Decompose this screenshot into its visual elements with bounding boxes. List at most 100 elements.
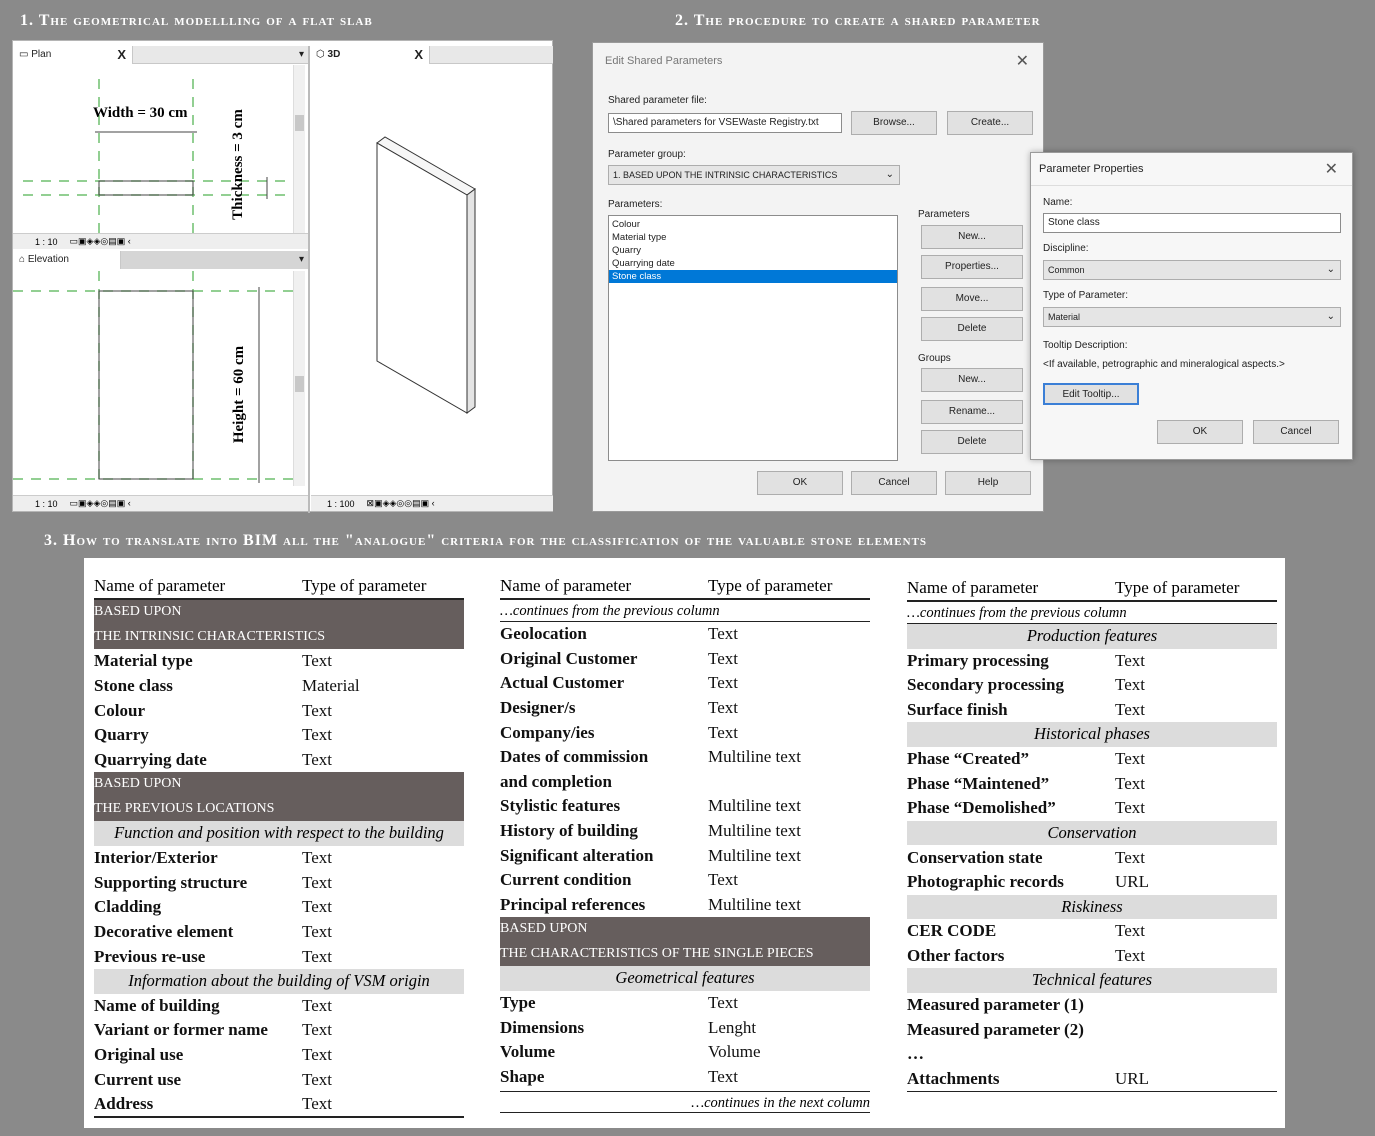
3d-slab-model: [376, 136, 476, 414]
name-field[interactable]: Stone class: [1043, 213, 1341, 233]
parameter-group-select[interactable]: 1. BASED UPON THE INTRINSIC CHARACTERIST…: [608, 165, 900, 185]
table-row: Decorative element Text: [94, 920, 464, 945]
rename-group-button[interactable]: Rename...: [921, 400, 1023, 424]
view-controls-icons[interactable]: ▭▣◈◈◎▤▣ ‹: [70, 236, 131, 247]
parameter-name: Supporting structure: [94, 872, 248, 892]
parameter-type: Text: [708, 993, 738, 1013]
browse-button[interactable]: Browse...: [851, 111, 937, 135]
parameter-type: Text: [708, 624, 738, 644]
table-row: Material type Text: [94, 649, 464, 674]
list-item[interactable]: Material type: [609, 231, 897, 244]
height-dimension-label: Height = 60 cm: [231, 345, 248, 444]
table-row: …: [907, 1042, 1277, 1067]
dropdown-icon[interactable]: ▾: [299, 49, 304, 60]
continues-note: …continues from the previous column: [907, 602, 1277, 624]
table-row: Phase “Created” Text: [907, 747, 1277, 772]
parameter-type: Text: [302, 725, 332, 745]
delete-parameter-button[interactable]: Delete: [921, 317, 1023, 341]
table-row: Original use Text: [94, 1043, 464, 1068]
section-title-3: 3. How to translate into BIM all the "an…: [44, 532, 928, 549]
section-band: BASED UPON: [94, 600, 464, 625]
table-header: Name of parameter Type of parameter: [500, 574, 870, 600]
parameter-name: Primary processing: [907, 650, 1049, 670]
subsection-band: Information about the building of VSM or…: [94, 968, 464, 994]
properties-button[interactable]: Properties...: [921, 255, 1023, 279]
close-icon[interactable]: X: [414, 47, 423, 62]
table-row: Attachments URL: [907, 1067, 1277, 1092]
close-icon[interactable]: X: [117, 47, 126, 62]
view-controls-icons[interactable]: ▭▣◈◈◎▤▣ ‹: [70, 498, 131, 509]
parameter-name: Original Customer: [500, 648, 638, 668]
section-band: THE PREVIOUS LOCATIONS: [94, 796, 464, 822]
elevation-icon: ⌂: [19, 254, 26, 265]
table-column-2: Name of parameter Type of parameter …con…: [500, 574, 870, 1114]
elevation-scrollbar[interactable]: [293, 271, 305, 486]
parameter-type: Multiline text: [708, 747, 802, 767]
continues-note: …continues from the previous column: [500, 600, 870, 622]
table-row: Principal references Multiline text: [500, 893, 870, 918]
elevation-view-header: ⌂ Elevation ▾: [13, 250, 308, 269]
parameter-type: Text: [1115, 650, 1145, 670]
new-parameter-button[interactable]: New...: [921, 225, 1023, 249]
width-dimension-label: Width = 30 cm: [93, 105, 188, 121]
chevron-down-icon: ⌄: [885, 169, 894, 180]
parameter-type: Text: [708, 673, 738, 693]
plan-drawing: [23, 79, 295, 235]
cancel-button[interactable]: Cancel: [851, 471, 937, 495]
section-title-1: 1. The geometrical modellling of a flat …: [20, 12, 373, 29]
move-button[interactable]: Move...: [921, 287, 1023, 311]
tab-elevation[interactable]: ⌂ Elevation: [13, 250, 121, 269]
parameter-type: Multiline text: [708, 821, 802, 841]
parameter-name: Cladding: [94, 897, 162, 917]
list-item[interactable]: Quarry: [609, 244, 897, 257]
shared-parameter-file-field[interactable]: \Shared parameters for VSEWaste Registry…: [608, 113, 842, 133]
parameter-type: URL: [1115, 1068, 1149, 1088]
parameter-properties-dialog: Parameter Properties ✕ Name: Stone class…: [1030, 152, 1353, 460]
table-row: CER CODE Text: [907, 919, 1277, 944]
parameter-name: Measured parameter (2): [907, 1019, 1084, 1039]
parameter-type: Text: [1115, 749, 1145, 769]
help-button[interactable]: Help: [945, 471, 1031, 495]
close-icon[interactable]: ✕: [1016, 51, 1029, 71]
edit-tooltip-button[interactable]: Edit Tooltip...: [1043, 383, 1139, 405]
type-of-parameter-select[interactable]: Material ⌄: [1043, 307, 1341, 327]
delete-group-button[interactable]: Delete: [921, 430, 1023, 454]
ok-button[interactable]: OK: [1157, 420, 1243, 444]
subsection-band: Technical features: [907, 968, 1277, 993]
cube-icon: ⬡: [316, 49, 325, 60]
cancel-button[interactable]: Cancel: [1253, 420, 1339, 444]
section-band: THE CHARACTERISTICS OF THE SINGLE PIECES: [500, 941, 870, 967]
create-button[interactable]: Create...: [947, 111, 1033, 135]
table-row: Geolocation Text: [500, 622, 870, 647]
table-body: BASED UPON THE INTRINSIC CHARACTERISTICS M…: [94, 600, 464, 1116]
list-item-selected[interactable]: Stone class: [609, 270, 897, 283]
tab-3d[interactable]: ⬡ 3D X: [310, 45, 430, 64]
dropdown-icon[interactable]: ▾: [299, 254, 304, 265]
parameter-type: Text: [1115, 700, 1145, 720]
parameter-type: Material: [302, 676, 360, 696]
parameter-name: Decorative element: [94, 922, 234, 942]
parameter-name: Current use: [94, 1069, 182, 1089]
list-item[interactable]: Colour: [609, 218, 897, 231]
parameter-name: Phase “Demolished”: [907, 798, 1056, 818]
view-controls-icons[interactable]: ⊠▣◈◈◎◎▤▣ ‹: [367, 498, 435, 509]
parameter-name: Dates of commission: [500, 747, 649, 767]
elevation-drawing: [13, 271, 295, 486]
discipline-select[interactable]: Common ⌄: [1043, 260, 1341, 280]
table-row: Quarry Text: [94, 723, 464, 748]
tooltip-description: <If available, petrographic and mineralo…: [1043, 359, 1285, 370]
close-icon[interactable]: ✕: [1325, 159, 1338, 179]
parameter-type: Text: [302, 700, 332, 720]
parameters-list[interactable]: Colour Material type Quarry Quarrying da…: [608, 215, 898, 461]
plan-scrollbar[interactable]: [293, 65, 305, 235]
subsection-band: Historical phases: [907, 722, 1277, 747]
table-row: Interior/Exterior Text: [94, 846, 464, 871]
new-group-button[interactable]: New...: [921, 368, 1023, 392]
parameter-name: Principal references: [500, 894, 646, 914]
table-body: Production features Primary processing Tex…: [907, 624, 1277, 1091]
ok-button[interactable]: OK: [757, 471, 843, 495]
list-item[interactable]: Quarrying date: [609, 257, 897, 270]
table-row: Designer/s Text: [500, 696, 870, 721]
tab-plan[interactable]: ▭ Plan X: [13, 45, 133, 64]
table-column-1: Name of parameter Type of parameter BASE…: [94, 574, 464, 1119]
